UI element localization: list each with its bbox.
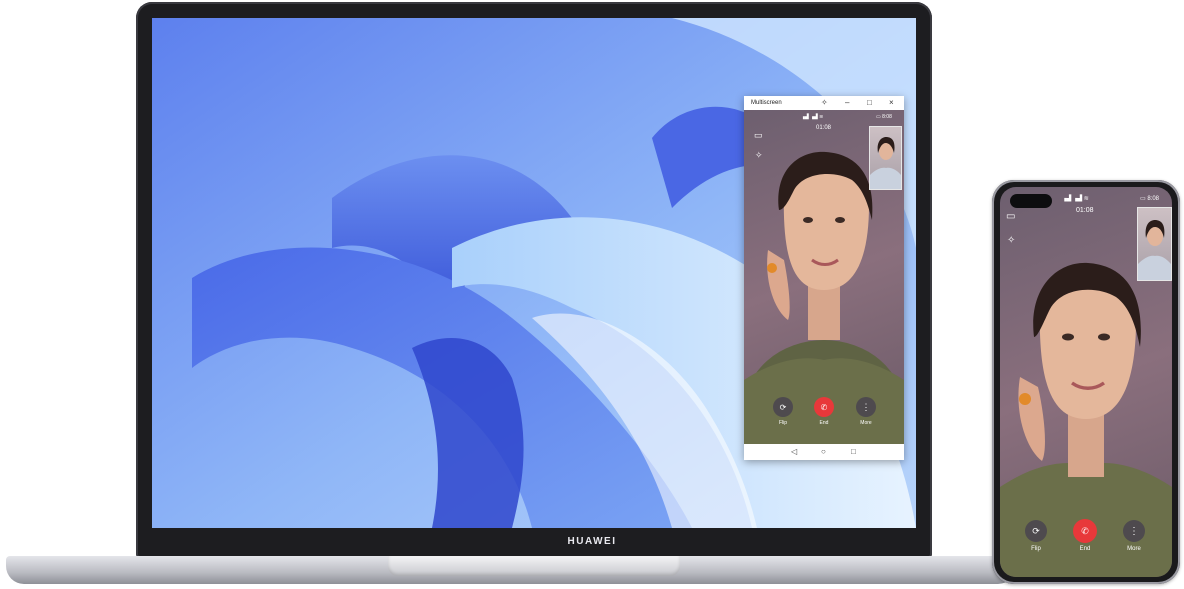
pin-icon[interactable]: ✧ bbox=[821, 98, 828, 108]
phone-more-button[interactable]: ⋮ bbox=[1123, 520, 1145, 542]
phone-video-call-screen: ▗▟ ▗▟ ≋ ▭ 8:08 01:08 ▭ ✧ ⟳ Flip ✆ End ⋮ … bbox=[1000, 187, 1172, 577]
phone-self-view-feed bbox=[1138, 220, 1171, 280]
flip-label: Flip bbox=[778, 420, 788, 426]
phone-screen-share-icon[interactable]: ▭ bbox=[1006, 211, 1015, 222]
multiscreen-title: Multiscreen bbox=[751, 100, 782, 106]
more-vertical-icon: ⋮ bbox=[861, 401, 871, 412]
end-label: End bbox=[819, 420, 829, 426]
magic-wand-icon[interactable]: ✧ bbox=[755, 150, 763, 161]
mirrored-video-call: ▗▟ ▗▟ ≋ ▭ 8:08 01:08 ▭ ✧ ⟳ Flip ✆ End ⋮ … bbox=[744, 110, 904, 444]
end-call-button[interactable]: ✆ bbox=[814, 397, 834, 417]
phone-end-call-button[interactable]: ✆ bbox=[1073, 519, 1097, 543]
more-button[interactable]: ⋮ bbox=[856, 397, 876, 417]
call-duration: 01:08 bbox=[816, 125, 832, 131]
phone-hangup-icon-2: ✆ bbox=[1081, 525, 1089, 536]
phone-end-label: End bbox=[1079, 546, 1091, 552]
nav-recent-icon[interactable]: □ bbox=[851, 447, 856, 456]
minimize-button[interactable]: – bbox=[845, 98, 849, 108]
status-bar-signal: ▗▟ ▗▟ ≋ bbox=[801, 114, 824, 120]
flip-camera-button[interactable]: ⟳ bbox=[773, 397, 793, 417]
phone-status-bar-battery-time: ▭ 8:08 bbox=[1140, 196, 1160, 202]
phone-status-bar-signal: ▗▟ ▗▟ ≋ bbox=[1062, 196, 1089, 202]
multiscreen-window[interactable]: Multiscreen ✧ – □ × ▗▟ ▗▟ ≋ ▭ 8:08 01:08… bbox=[744, 96, 904, 460]
laptop-hinge bbox=[388, 556, 680, 576]
android-nav-bar: ◁ ○ □ bbox=[744, 444, 904, 460]
phone-flip-camera-icon: ⟳ bbox=[1032, 525, 1040, 536]
phone-magic-wand-icon[interactable]: ✧ bbox=[1007, 235, 1015, 246]
phone-more-label: More bbox=[1127, 546, 1141, 552]
front-camera-cutout bbox=[1010, 194, 1052, 208]
nav-back-icon[interactable]: ◁ bbox=[791, 447, 797, 456]
phone-more-vertical-icon: ⋮ bbox=[1129, 525, 1139, 537]
nav-home-icon[interactable]: ○ bbox=[821, 447, 826, 456]
more-label: More bbox=[860, 420, 872, 426]
phone-self-view-preview[interactable] bbox=[1137, 207, 1172, 281]
phone-flip-camera-button[interactable]: ⟳ bbox=[1025, 520, 1047, 542]
screen-share-icon[interactable]: ▭ bbox=[754, 130, 763, 141]
phone-hangup-icon: ✆ bbox=[820, 402, 828, 412]
phone-call-duration: 01:08 bbox=[1076, 207, 1094, 214]
multiscreen-titlebar[interactable]: Multiscreen ✧ – □ × bbox=[744, 96, 904, 110]
flip-camera-icon: ⟳ bbox=[779, 402, 787, 412]
close-button[interactable]: × bbox=[889, 98, 894, 108]
phone-flip-label: Flip bbox=[1031, 546, 1041, 552]
status-bar-battery-time: ▭ 8:08 bbox=[876, 114, 892, 120]
self-view-preview[interactable] bbox=[869, 126, 902, 190]
maximize-button[interactable]: □ bbox=[867, 98, 872, 108]
self-view-feed bbox=[870, 137, 901, 189]
